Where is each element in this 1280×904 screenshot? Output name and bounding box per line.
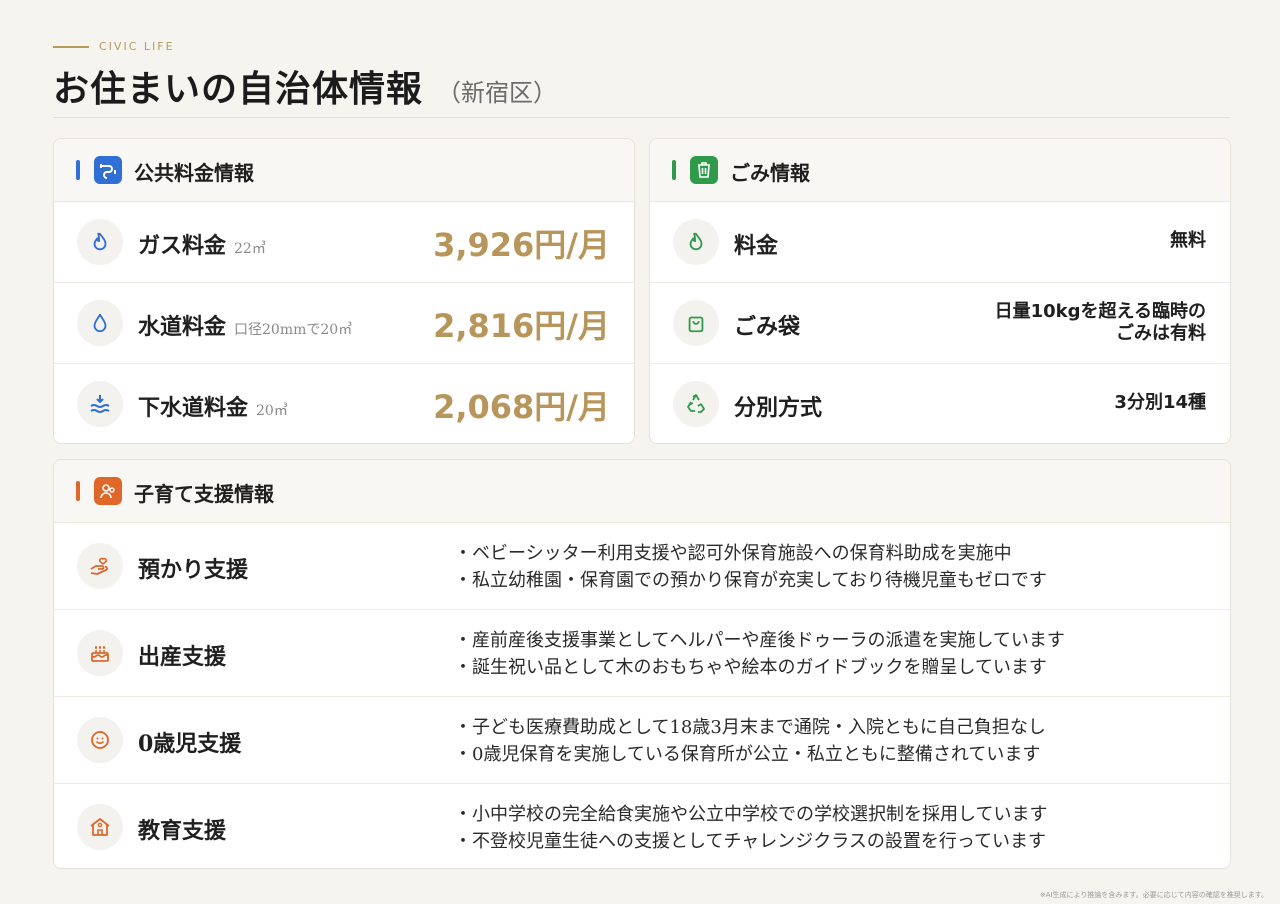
bullet-item: 誕生祝い品として木のおもちゃや絵本のガイドブックを贈呈しています: [454, 654, 1065, 681]
bullet-item: 0歳児保育を実施している保育所が公立・私立ともに整備されています: [454, 741, 1046, 768]
bullet-item: ベビーシッター利用支援や認可外保育施設への保育料助成を実施中: [454, 540, 1047, 567]
childcare-bullets: 小中学校の完全給食実施や公立中学校での学校選択制を採用しています 不登校児童生徒…: [454, 801, 1047, 855]
childcare-label: 0歳児支援: [138, 731, 242, 757]
childcare-label: 教育支援: [138, 818, 227, 844]
childcare-row: 預かり支援 ベビーシッター利用支援や認可外保育施設への保育料助成を実施中 私立幼…: [54, 523, 1230, 610]
school-icon: [77, 804, 123, 850]
garbage-sorting-label: 分別方式: [734, 395, 823, 421]
sewage-label: 下水道料金: [138, 395, 249, 421]
accent-bar: [76, 481, 80, 501]
eyebrow: CIVIC LIFE: [53, 40, 175, 53]
eyebrow-text: CIVIC LIFE: [99, 40, 175, 53]
childcare-bullets: ベビーシッター利用支援や認可外保育施設への保育料助成を実施中 私立幼稚園・保育園…: [454, 540, 1047, 594]
childcare-bullets: 産前産後支援事業としてヘルパーや産後ドゥーラの派遣を実施しています 誕生祝い品と…: [454, 627, 1065, 681]
eyebrow-line: [53, 45, 89, 48]
bullet-item: 産前産後支援事業としてヘルパーや産後ドゥーラの派遣を実施しています: [454, 627, 1065, 654]
sewage-price: 2,068円/月: [433, 388, 610, 426]
gas-note: 22㎥: [234, 241, 266, 257]
flame-icon: [673, 219, 719, 265]
garbage-bag-value-line2: ごみは有料: [1116, 323, 1206, 344]
utility-label: 水道料金 口径20mmで20㎥: [138, 309, 352, 341]
bullet-item: 不登校児童生徒への支援としてチャレンジクラスの設置を行っています: [454, 828, 1047, 855]
header-divider: [53, 117, 1230, 118]
childcare-row: 教育支援 小中学校の完全給食実施や公立中学校での学校選択制を採用しています 不登…: [54, 784, 1230, 868]
childcare-row: 出産支援 産前産後支援事業としてヘルパーや産後ドゥーラの派遣を実施しています 誕…: [54, 610, 1230, 697]
page-subtitle: （新宿区）: [437, 79, 558, 107]
garbage-row-bag: ごみ袋 日量10kgを超える臨時の ごみは有料: [650, 283, 1230, 364]
garbage-bag-label: ごみ袋: [734, 314, 801, 340]
water-label: 水道料金: [138, 314, 227, 340]
childcare-bullets: 子ども医療費助成として18歳3月末まで通院・入院ともに自己負担なし 0歳児保育を…: [454, 714, 1046, 768]
garbage-row-sorting: 分別方式 3分別14種: [650, 364, 1230, 443]
accent-bar: [672, 160, 676, 180]
childcare-row: 0歳児支援 子ども医療費助成として18歳3月末まで通院・入院ともに自己負担なし …: [54, 697, 1230, 784]
garbage-fee-label: 料金: [734, 233, 779, 259]
garbage-bag-value-line1: 日量10kgを超える臨時の: [994, 301, 1206, 322]
title-row: お住まいの自治体情報 （新宿区）: [53, 60, 557, 112]
utility-row-sewage: 下水道料金 20㎥ 2,068円/月: [54, 364, 634, 443]
page-title: お住まいの自治体情報: [53, 68, 424, 110]
hand-heart-icon: [77, 543, 123, 589]
bag-icon: [673, 300, 719, 346]
childcare-title: 子育て支援情報: [134, 482, 274, 506]
utility-label: 下水道料金 20㎥: [138, 390, 288, 422]
childcare-card-header: 子育て支援情報: [54, 460, 1230, 523]
water-price: 2,816円/月: [433, 307, 610, 345]
sewage-note: 20㎥: [256, 403, 288, 419]
bullet-item: 小中学校の完全給食実施や公立中学校での学校選択制を採用しています: [454, 801, 1047, 828]
utilities-card-header: 公共料金情報: [54, 139, 634, 202]
utilities-card: 公共料金情報 ガス料金 22㎥ 3,926円/月 水道料金 口径20mmで20㎥ 2…: [53, 138, 635, 444]
sewage-icon: [77, 381, 123, 427]
family-icon: [94, 477, 122, 505]
utilities-title: 公共料金情報: [134, 161, 254, 185]
cake-icon: [77, 630, 123, 676]
garbage-card-header: ごみ情報: [650, 139, 1230, 202]
garbage-title: ごみ情報: [730, 161, 810, 185]
garbage-fee-value: 無料: [1170, 230, 1206, 251]
utility-label: ガス料金 22㎥: [138, 228, 266, 260]
water-drop-icon: [77, 300, 123, 346]
gas-label: ガス料金: [138, 233, 227, 259]
utility-row-water: 水道料金 口径20mmで20㎥ 2,816円/月: [54, 283, 634, 364]
pipe-icon: [94, 156, 122, 184]
water-note: 口径20mmで20㎥: [234, 322, 353, 338]
bullet-item: 私立幼稚園・保育園での預かり保育が充実しており待機児童もゼロです: [454, 567, 1047, 594]
ai-disclaimer: ※AI生成により推論を含みます。必要に応じて内容の確認を推奨します。: [1039, 891, 1268, 899]
flame-icon: [77, 219, 123, 265]
childcare-label: 預かり支援: [138, 557, 249, 583]
garbage-card: ごみ情報 料金 無料 ごみ袋 日量10kgを超える臨時の ごみは有料 分別方式 …: [649, 138, 1231, 444]
childcare-card: 子育て支援情報 預かり支援 ベビーシッター利用支援や認可外保育施設への保育料助成…: [53, 459, 1231, 869]
trash-icon: [690, 156, 718, 184]
accent-bar: [76, 160, 80, 180]
gas-price: 3,926円/月: [433, 226, 610, 264]
utility-row-gas: ガス料金 22㎥ 3,926円/月: [54, 202, 634, 283]
baby-icon: [77, 717, 123, 763]
garbage-sorting-value: 3分別14種: [1114, 392, 1206, 413]
bullet-item: 子ども医療費助成として18歳3月末まで通院・入院ともに自己負担なし: [454, 714, 1046, 741]
childcare-label: 出産支援: [138, 644, 227, 670]
garbage-row-fee: 料金 無料: [650, 202, 1230, 283]
recycle-icon: [673, 381, 719, 427]
garbage-bag-value: 日量10kgを超える臨時の ごみは有料: [995, 301, 1206, 345]
